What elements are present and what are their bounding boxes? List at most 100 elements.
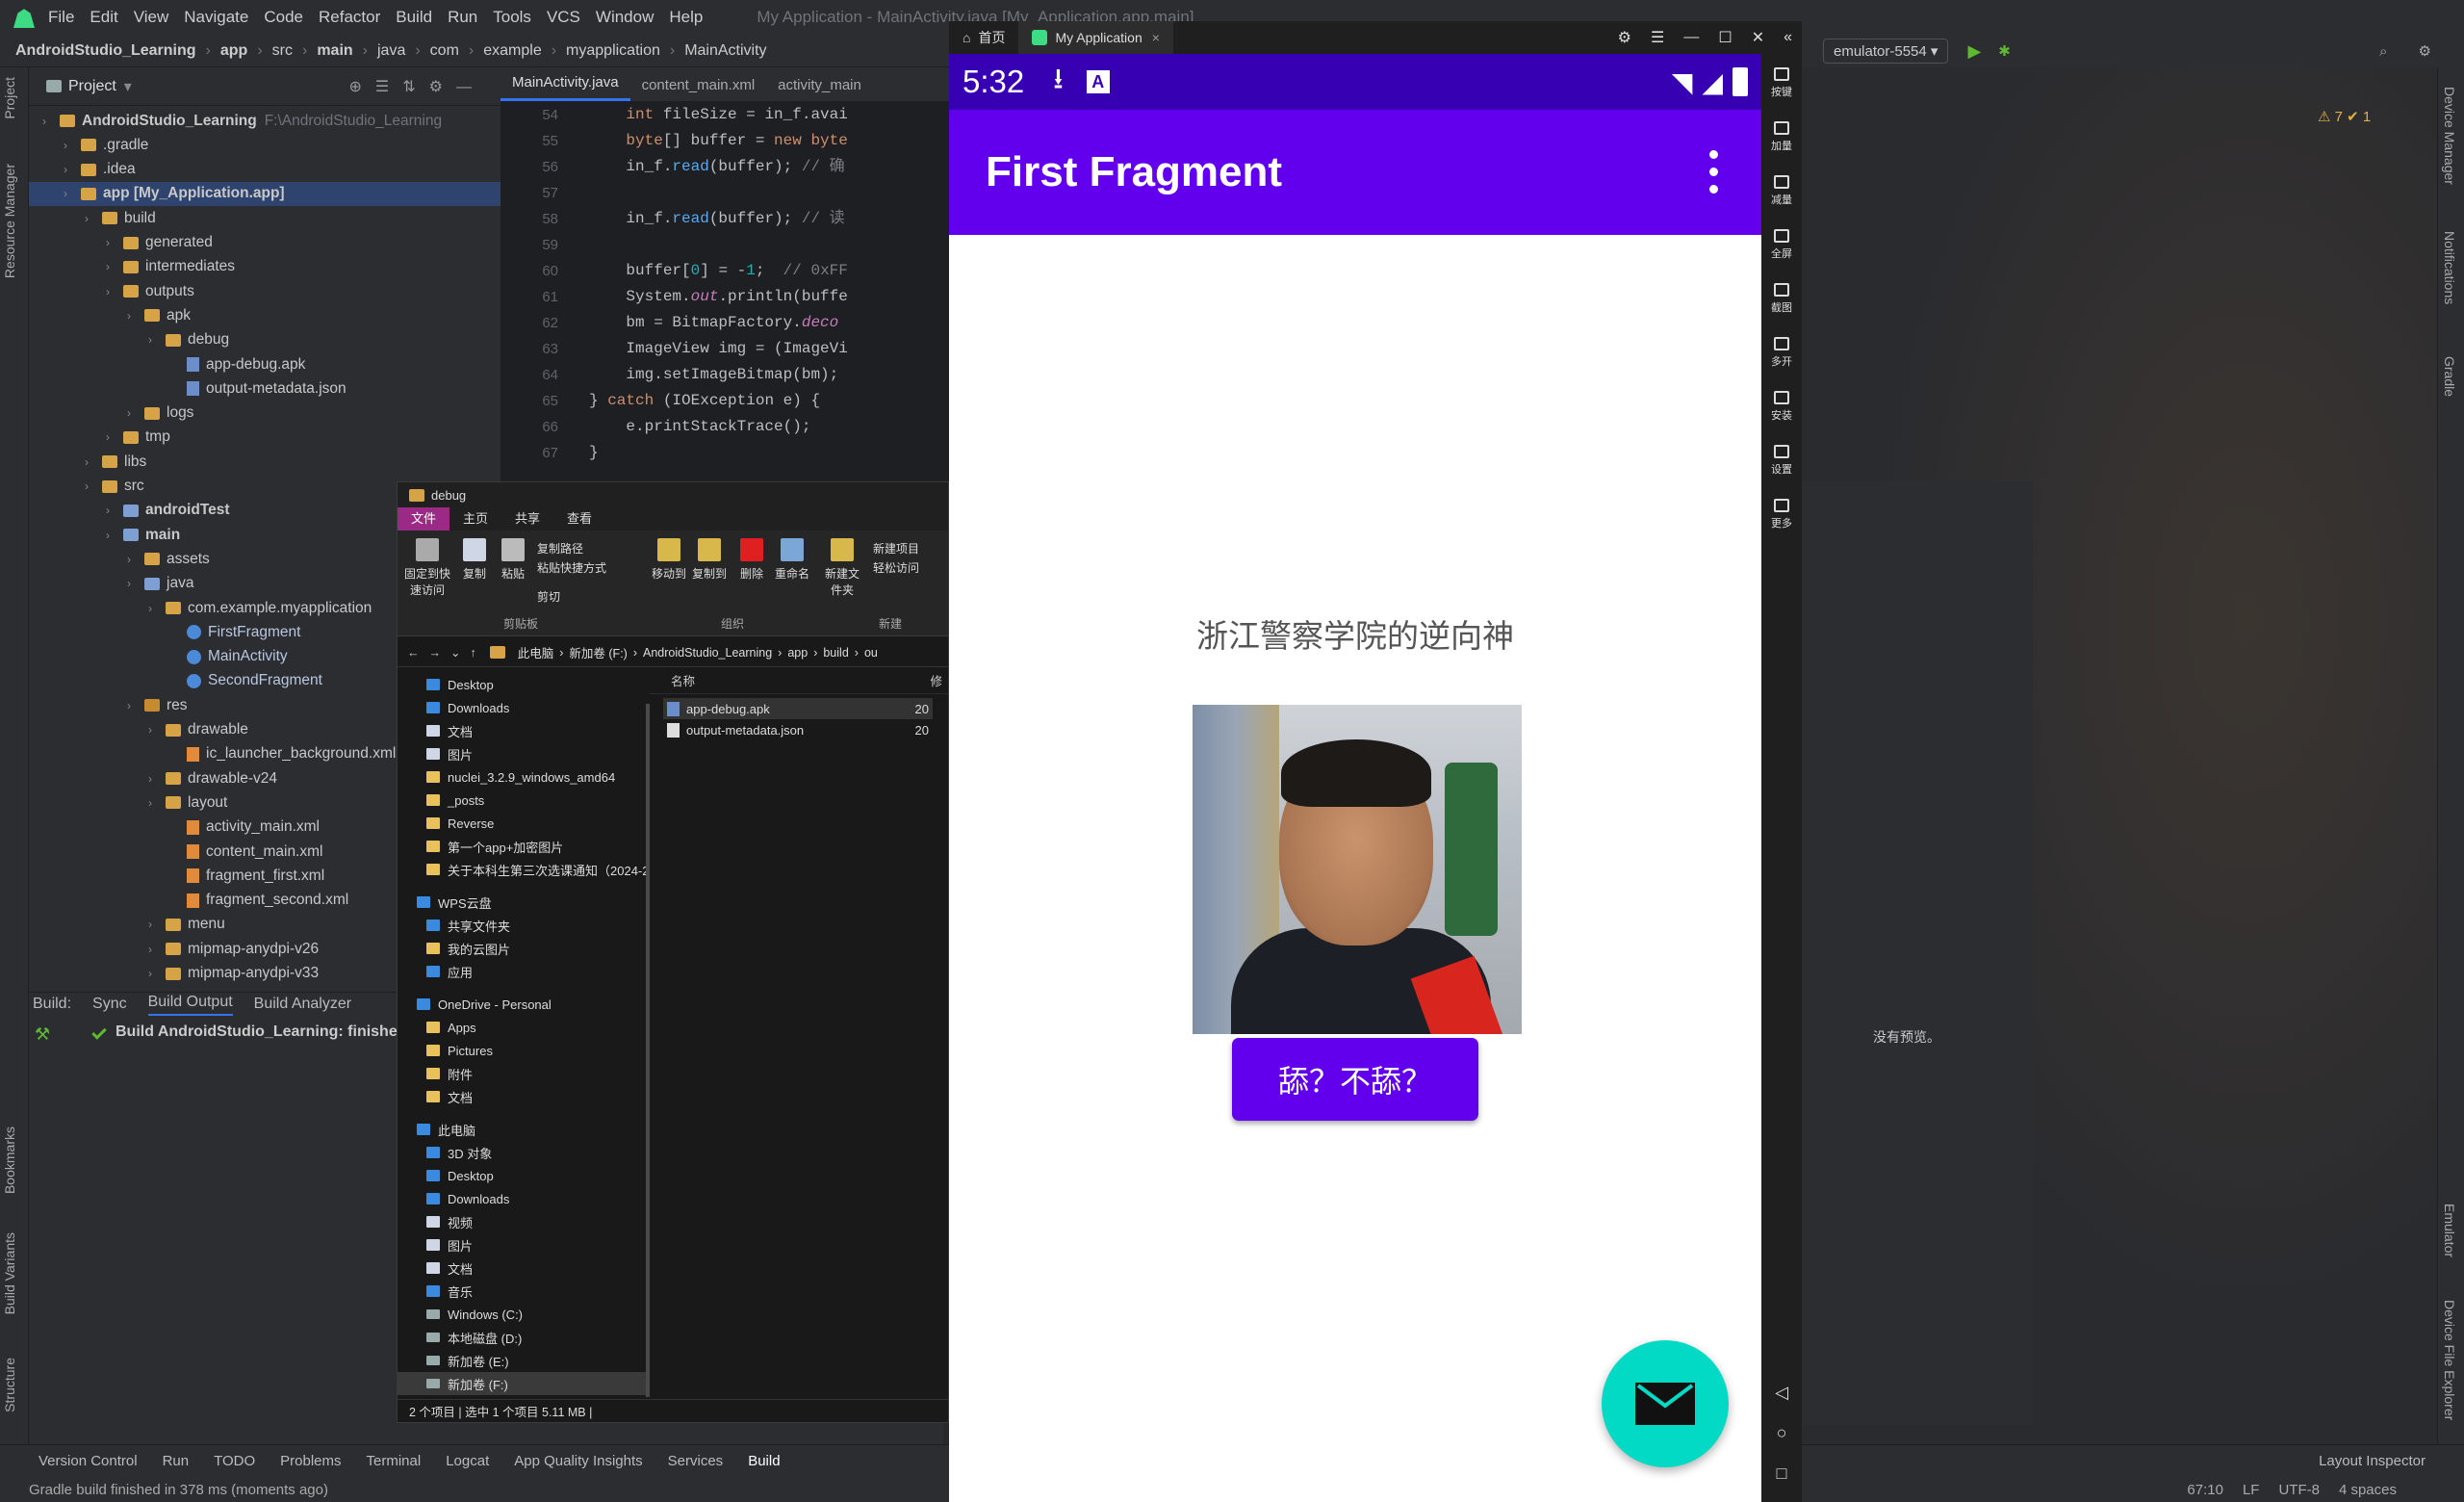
menu-run[interactable]: Run [448,8,477,27]
breadcrumb-item[interactable]: main [317,42,352,60]
tool-window-project[interactable]: Project [2,77,17,119]
chevron-right-icon[interactable]: › [106,285,119,298]
chevron-right-icon[interactable]: › [127,309,141,323]
nav-item[interactable]: Pictures [426,1039,493,1062]
breadcrumb-item[interactable]: src [272,42,293,60]
cut-button[interactable]: 剪切 [537,588,560,605]
maximize-icon[interactable]: ☐ [1718,28,1732,47]
inspection-warnings[interactable]: ⚠ 7 ✔ 1 [2318,108,2371,125]
tool-window-device-file-explorer[interactable]: Device File Explorer [2442,1300,2457,1420]
address-crumb[interactable]: ou [864,646,878,660]
tree-item[interactable]: › outputs [29,279,500,303]
chevron-right-icon[interactable]: › [85,479,98,493]
breadcrumb-item[interactable]: com [430,42,459,60]
chevron-right-icon[interactable]: › [85,455,98,469]
tree-item[interactable]: › debug [29,328,500,352]
run-icon[interactable]: ▶ [1967,41,1981,62]
tree-item[interactable]: output-metadata.json [29,376,500,401]
file-encoding[interactable]: UTF-8 [2278,1482,2320,1498]
chevron-right-icon[interactable]: › [42,115,56,128]
move-to-button[interactable]: 移动到 [650,538,688,582]
email-fab[interactable] [1602,1340,1729,1467]
hammer-icon[interactable]: ⚒ [35,1024,50,1045]
rename-button[interactable]: 重命名 [773,538,811,582]
tool-build[interactable]: Build [748,1453,780,1469]
emulator-side-button[interactable]: 安装 [1761,391,1802,423]
easy-access-button[interactable]: 轻松访问 [873,559,919,576]
nav-item[interactable]: 视频 [426,1210,473,1233]
nav-item[interactable]: Downloads [426,696,509,719]
line-separator[interactable]: LF [2243,1482,2260,1498]
nav-item[interactable]: 3D 对象 [426,1141,492,1164]
column-name[interactable]: 名称 [671,671,695,689]
chevron-down-icon[interactable]: ▾ [124,77,132,96]
chevron-right-icon[interactable]: › [64,187,77,200]
address-crumb[interactable]: 新加卷 (F:) [569,643,627,661]
nav-item[interactable]: 共享文件夹 [426,914,510,937]
nav-arrows-icon[interactable]: ←→⌄↑ [407,645,486,660]
chevron-right-icon[interactable]: › [148,772,162,786]
emulator-side-button[interactable]: 更多 [1761,499,1802,531]
new-folder-button[interactable]: 新建文件夹 [821,538,863,598]
nav-item[interactable]: 应用 [426,960,473,983]
emulator-side-button[interactable]: 减量 [1761,175,1802,207]
tree-item[interactable]: › tmp [29,426,500,450]
nav-item[interactable]: nuclei_3.2.9_windows_amd64 [426,765,615,789]
tool-window-build-variants[interactable]: Build Variants [2,1232,17,1314]
project-view-selector[interactable]: Project [68,78,116,95]
nav-item[interactable]: 图片 [426,1233,473,1256]
overflow-menu-icon[interactable] [1709,150,1719,194]
nav-item[interactable]: 音乐 [426,1280,473,1303]
pin-quick-access-button[interactable]: 固定到快速访问 [403,538,451,598]
nav-item[interactable]: Reverse [426,812,494,835]
nav-item[interactable]: 关于本科生第三次选课通知（2024-202 [426,858,650,881]
emulator-side-button[interactable]: 按键 [1761,67,1802,99]
tool-problems[interactable]: Problems [280,1453,341,1469]
address-crumb[interactable]: build [823,646,848,660]
menu-navigate[interactable]: Navigate [184,8,248,27]
menu-vcs[interactable]: VCS [547,8,580,27]
panel-actions-icon[interactable]: ⊕☰⇅⚙— [349,77,486,96]
nav-item[interactable]: 第一个app+加密图片 [426,835,563,858]
copy-to-button[interactable]: 复制到 [690,538,729,582]
nav-item[interactable]: 文档 [426,1256,473,1280]
tree-item[interactable]: › app [My_Application.app] [29,181,500,206]
nav-item[interactable]: OneDrive - Personal [417,993,552,1016]
menu-build[interactable]: Build [396,8,432,27]
copy-path-button[interactable]: 复制路径 [537,540,583,557]
tree-item[interactable]: › intermediates [29,255,500,279]
ribbon-tab-home[interactable]: 主页 [449,507,501,531]
tree-item[interactable]: › build [29,206,500,230]
nav-item[interactable]: Windows (C:) [426,1303,523,1326]
emulator-side-button[interactable]: 加量 [1761,121,1802,153]
menu-refactor[interactable]: Refactor [319,8,380,27]
breadcrumb-item[interactable]: myapplication [566,42,660,60]
tool-window-device-manager[interactable]: Device Manager [2442,87,2457,185]
search-icon[interactable]: ⌕ ⚙ [2379,42,2445,60]
menu-file[interactable]: File [48,8,74,27]
menu-edit[interactable]: Edit [90,8,117,27]
tool-window-notifications[interactable]: Notifications [2442,231,2457,304]
address-crumb[interactable]: app [787,646,808,660]
tab-content-main-xml[interactable]: content_main.xml [630,77,767,101]
recents-nav-icon[interactable]: □ [1761,1463,1802,1484]
chevron-right-icon[interactable]: › [148,967,162,980]
tab-mainactivity-java[interactable]: MainActivity.java [500,74,630,101]
ribbon-tab-file[interactable]: 文件 [398,507,450,531]
emulator-side-button[interactable]: 多开 [1761,337,1802,369]
tool-run[interactable]: Run [163,1453,190,1469]
nav-item[interactable]: 我的云图片 [426,937,510,960]
breadcrumb-item[interactable]: app [220,42,247,60]
ribbon-tab-share[interactable]: 共享 [501,507,553,531]
tree-item[interactable]: › .idea [29,158,500,182]
indent-setting[interactable]: 4 spaces [2339,1482,2397,1498]
nav-item[interactable]: 附件 [426,1062,473,1085]
menu-icon[interactable]: ☰ [1651,28,1664,47]
minimize-icon[interactable]: — [1683,29,1699,46]
chevron-right-icon[interactable]: › [64,139,77,152]
tool-window-emulator[interactable]: Emulator [2442,1204,2457,1257]
address-crumb[interactable]: 此电脑 [518,643,554,661]
tool-app-quality-insights[interactable]: App Quality Insights [514,1453,642,1469]
emulator-tool-icon[interactable]: ⚙ [1618,28,1631,47]
tree-item[interactable]: › generated [29,231,500,255]
